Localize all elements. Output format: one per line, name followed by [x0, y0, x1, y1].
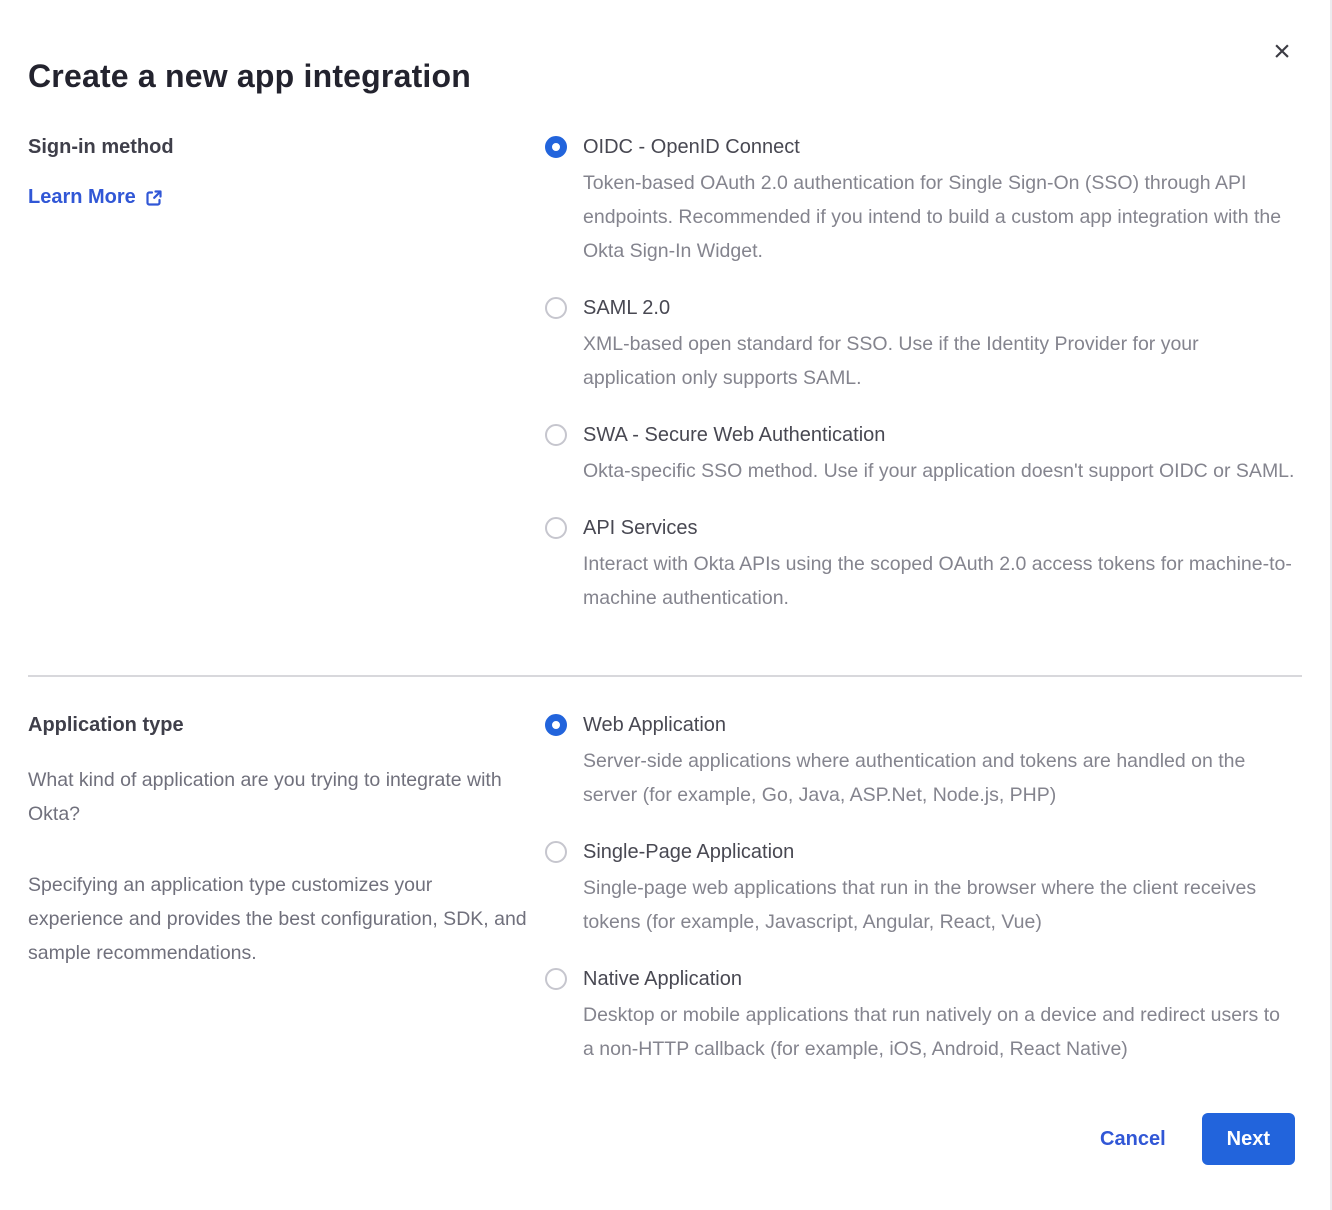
radio-option-saml[interactable]: SAML 2.0 XML-based open standard for SSO…	[545, 296, 1300, 395]
option-label-saml: SAML 2.0	[583, 296, 1295, 320]
radio-button-web-application[interactable]	[545, 714, 567, 736]
option-label-oidc: OIDC - OpenID Connect	[583, 135, 1295, 159]
create-app-integration-dialog: × Create a new app integration Sign-in m…	[0, 0, 1332, 1210]
radio-option-single-page-application[interactable]: Single-Page Application Single-page web …	[545, 840, 1300, 939]
option-description-single-page-application: Single-page web applications that run in…	[583, 871, 1295, 939]
application-type-question: What kind of application are you trying …	[28, 763, 533, 831]
radio-button-single-page-application[interactable]	[545, 841, 567, 863]
dialog-footer: Cancel Next	[1100, 1113, 1295, 1165]
signin-method-section: Sign-in method Learn More OIDC - OpenID …	[0, 135, 1330, 643]
option-description-web-application: Server-side applications where authentic…	[583, 744, 1295, 812]
close-button[interactable]: ×	[1264, 34, 1300, 70]
option-label-swa: SWA - Secure Web Authentication	[583, 423, 1294, 447]
option-description-swa: Okta-specific SSO method. Use if your ap…	[583, 454, 1294, 488]
close-icon: ×	[1273, 35, 1291, 68]
signin-method-label: Sign-in method	[28, 135, 533, 159]
application-type-section: Application type What kind of applicatio…	[0, 713, 1330, 1094]
next-button[interactable]: Next	[1202, 1113, 1295, 1165]
section-divider	[28, 675, 1302, 677]
option-description-api-services: Interact with Okta APIs using the scoped…	[583, 547, 1295, 615]
cancel-button[interactable]: Cancel	[1100, 1128, 1166, 1151]
external-link-icon	[145, 189, 163, 207]
radio-option-native-application[interactable]: Native Application Desktop or mobile app…	[545, 967, 1300, 1066]
option-label-native-application: Native Application	[583, 967, 1295, 991]
radio-button-native-application[interactable]	[545, 968, 567, 990]
radio-option-web-application[interactable]: Web Application Server-side applications…	[545, 713, 1300, 812]
application-type-label: Application type	[28, 713, 533, 737]
radio-option-swa[interactable]: SWA - Secure Web Authentication Okta-spe…	[545, 423, 1300, 488]
radio-button-oidc[interactable]	[545, 136, 567, 158]
application-type-left-column: Application type What kind of applicatio…	[28, 713, 545, 1094]
option-description-saml: XML-based open standard for SSO. Use if …	[583, 327, 1295, 395]
radio-button-api-services[interactable]	[545, 517, 567, 539]
signin-method-left-column: Sign-in method Learn More	[28, 135, 545, 643]
option-label-web-application: Web Application	[583, 713, 1295, 737]
signin-method-options: OIDC - OpenID Connect Token-based OAuth …	[545, 135, 1330, 643]
learn-more-link[interactable]: Learn More	[28, 186, 163, 209]
radio-button-swa[interactable]	[545, 424, 567, 446]
option-description-oidc: Token-based OAuth 2.0 authentication for…	[583, 166, 1295, 268]
option-label-api-services: API Services	[583, 516, 1295, 540]
option-description-native-application: Desktop or mobile applications that run …	[583, 998, 1295, 1066]
application-type-options: Web Application Server-side applications…	[545, 713, 1330, 1094]
radio-button-saml[interactable]	[545, 297, 567, 319]
dialog-title: Create a new app integration	[0, 0, 1330, 95]
option-label-single-page-application: Single-Page Application	[583, 840, 1295, 864]
radio-option-oidc[interactable]: OIDC - OpenID Connect Token-based OAuth …	[545, 135, 1300, 268]
radio-option-api-services[interactable]: API Services Interact with Okta APIs usi…	[545, 516, 1300, 615]
application-type-help-text: Specifying an application type customize…	[28, 868, 533, 970]
learn-more-label: Learn More	[28, 186, 136, 209]
